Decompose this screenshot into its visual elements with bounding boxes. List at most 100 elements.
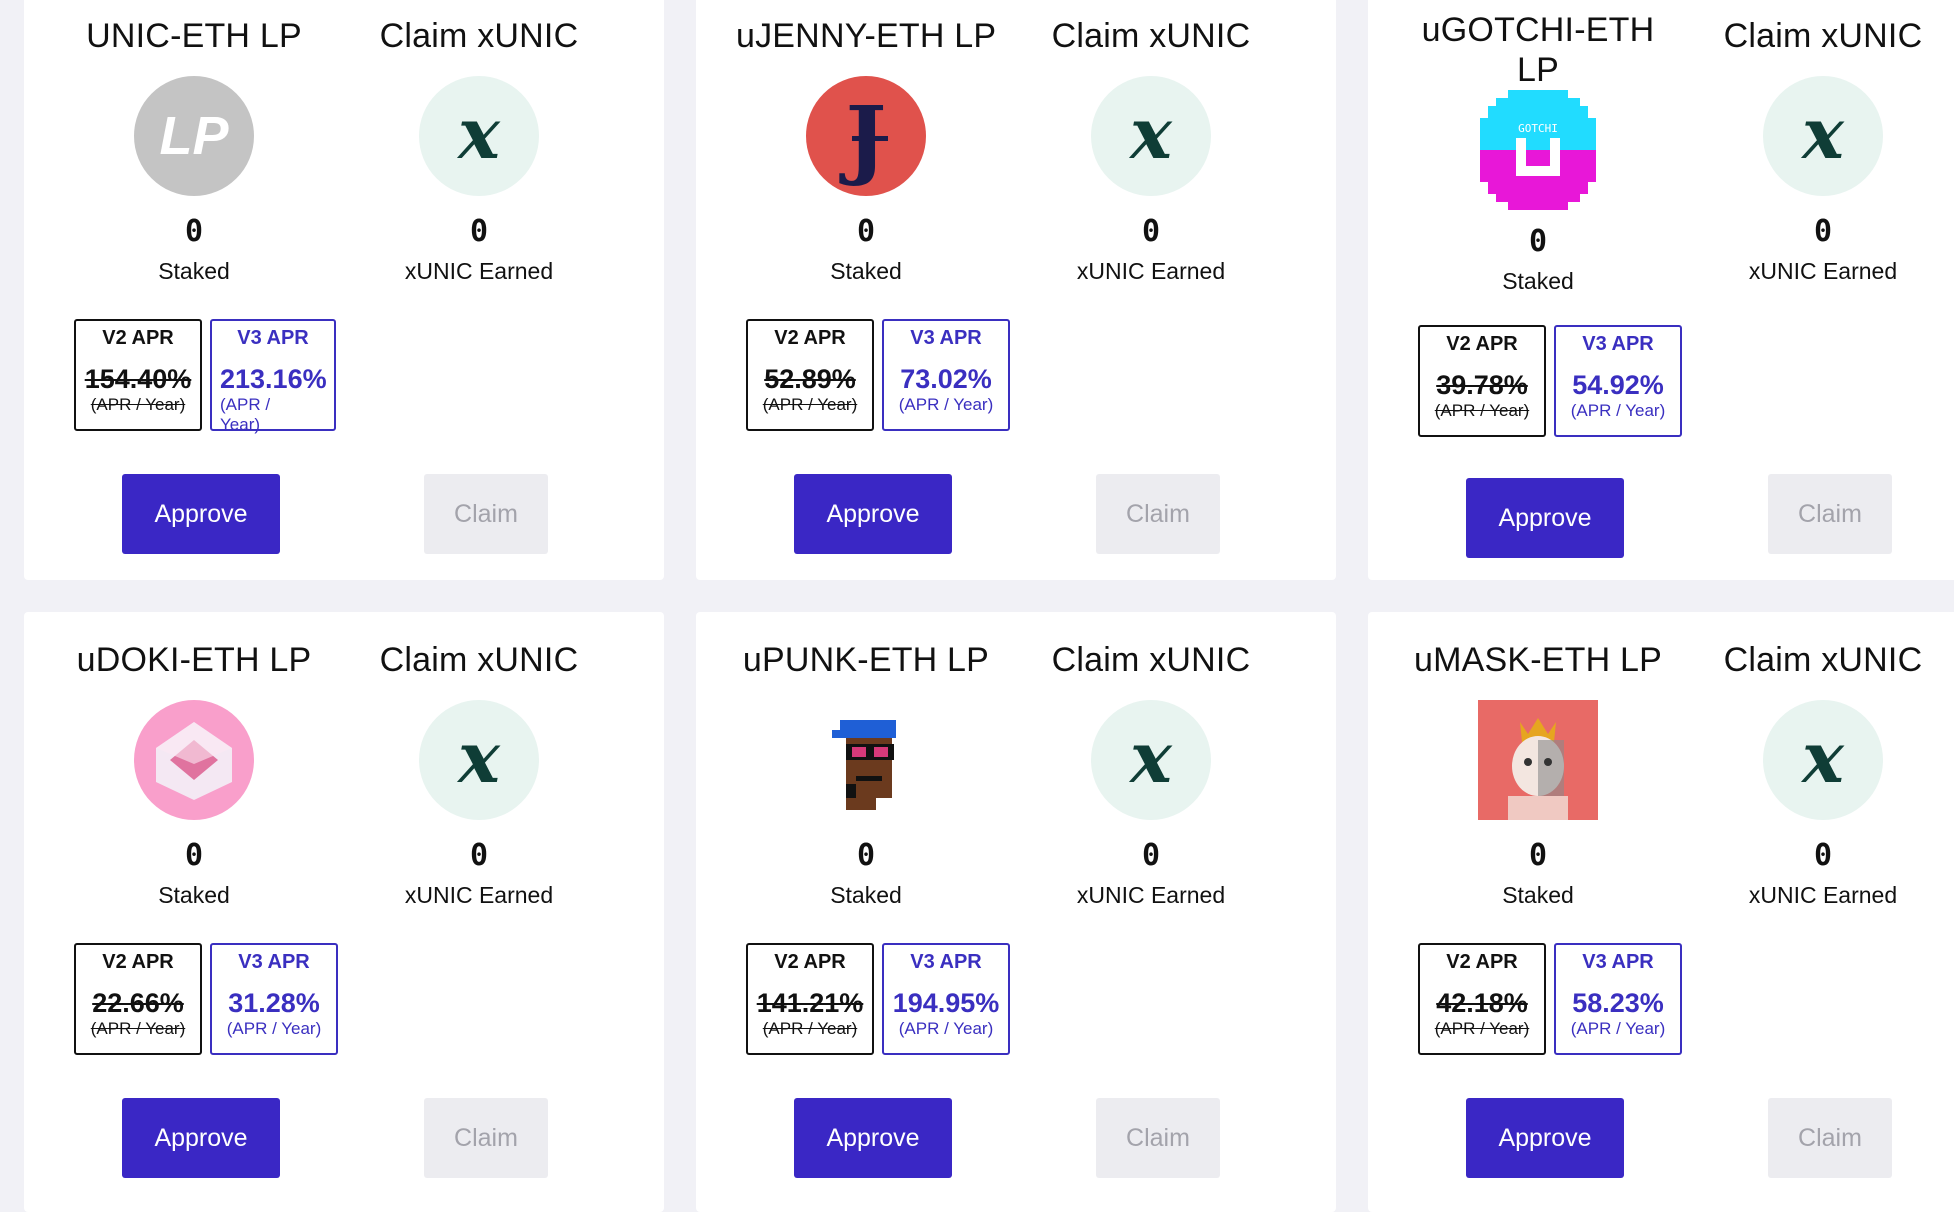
- claim-title: Claim xUNIC: [1723, 641, 1923, 679]
- claim-button[interactable]: Claim: [1768, 1098, 1892, 1178]
- v2-apr-unit: (APR / Year): [90, 395, 186, 414]
- v2-apr-unit: (APR / Year): [1434, 1019, 1530, 1038]
- gotchi-icon: GOTCHI: [1478, 90, 1598, 210]
- v2-apr-percent: 141.21%: [756, 988, 864, 1018]
- approve-button[interactable]: Approve: [1466, 478, 1624, 558]
- earned-label: xUNIC Earned: [1076, 258, 1226, 284]
- v3-apr-percent: 194.95%: [892, 988, 1000, 1018]
- v3-apr-box: V3 APR 58.23% (APR / Year): [1554, 943, 1682, 1055]
- earned-value: 0: [1141, 214, 1161, 249]
- staked-value: 0: [1528, 224, 1548, 259]
- farm-grid: UNIC-ETH LP LP 0 Staked V2 APR 154.40% (…: [0, 0, 1954, 1212]
- svg-text:x: x: [1800, 716, 1845, 799]
- v2-apr-header: V2 APR: [1446, 333, 1518, 355]
- x-icon: x: [419, 700, 539, 820]
- v2-apr-box: V2 APR 154.40% (APR / Year): [74, 319, 202, 431]
- svg-text:x: x: [1128, 716, 1173, 799]
- v2-apr-box: V2 APR 22.66% (APR / Year): [74, 943, 202, 1055]
- v2-apr-percent: 154.40%: [84, 364, 192, 394]
- svg-text:x: x: [456, 92, 501, 175]
- v2-apr-box: V2 APR 39.78% (APR / Year): [1418, 325, 1546, 437]
- staked-label: Staked: [830, 258, 902, 284]
- v3-apr-box: V3 APR 73.02% (APR / Year): [882, 319, 1010, 431]
- v2-apr-percent: 52.89%: [764, 364, 856, 394]
- pool-card-unic: UNIC-ETH LP LP 0 Staked V2 APR 154.40% (…: [24, 0, 664, 580]
- x-icon: x: [1763, 76, 1883, 196]
- staked-value: 0: [856, 214, 876, 249]
- v2-apr-unit: (APR / Year): [762, 395, 858, 414]
- approve-button[interactable]: Approve: [122, 474, 280, 554]
- v2-apr-box: V2 APR 141.21% (APR / Year): [746, 943, 874, 1055]
- claim-button[interactable]: Claim: [1096, 474, 1220, 554]
- pool-card-gotchi: uGOTCHI-ETH LP GOTCHI 0 Staked V2 APR 39…: [1368, 0, 1954, 580]
- v2-apr-percent: 42.18%: [1436, 988, 1528, 1018]
- staked-value: 0: [184, 214, 204, 249]
- x-icon: x: [1091, 700, 1211, 820]
- approve-button[interactable]: Approve: [1466, 1098, 1624, 1178]
- v2-apr-header: V2 APR: [102, 327, 174, 349]
- v3-apr-percent: 213.16%: [220, 364, 327, 394]
- pool-title: uJENNY-ETH LP: [736, 17, 997, 55]
- earned-label: xUNIC Earned: [1748, 882, 1898, 908]
- earned-value: 0: [1813, 838, 1833, 873]
- v3-apr-box: V3 APR 31.28% (APR / Year): [210, 943, 338, 1055]
- v3-apr-unit: (APR / Year): [220, 395, 271, 434]
- v3-apr-unit: (APR / Year): [898, 395, 994, 414]
- v2-apr-percent: 22.66%: [92, 988, 184, 1018]
- v3-apr-header: V3 APR: [238, 951, 310, 973]
- earned-label: xUNIC Earned: [1076, 882, 1226, 908]
- v3-apr-header: V3 APR: [910, 951, 982, 973]
- v3-apr-percent: 58.23%: [1572, 988, 1664, 1018]
- staked-value: 0: [856, 838, 876, 873]
- approve-button[interactable]: Approve: [122, 1098, 280, 1178]
- claim-button[interactable]: Claim: [1768, 474, 1892, 554]
- pool-card-jenny: uJENNY-ETH LP J 0 Staked V2 APR 52.89% (…: [696, 0, 1336, 580]
- staked-value: 0: [184, 838, 204, 873]
- earned-label: xUNIC Earned: [404, 258, 554, 284]
- gotchi-logo-text: GOTCHI: [1518, 122, 1558, 135]
- staked-label: Staked: [158, 882, 230, 908]
- claim-title: Claim xUNIC: [1051, 17, 1251, 55]
- earned-label: xUNIC Earned: [404, 882, 554, 908]
- pool-title: uDOKI-ETH LP: [76, 641, 312, 679]
- claim-button[interactable]: Claim: [424, 1098, 548, 1178]
- staked-label: Staked: [158, 258, 230, 284]
- claim-title: Claim xUNIC: [1051, 641, 1251, 679]
- v3-apr-unit: (APR / Year): [226, 1019, 322, 1038]
- v2-apr-box: V2 APR 42.18% (APR / Year): [1418, 943, 1546, 1055]
- approve-button[interactable]: Approve: [794, 474, 952, 554]
- v3-apr-box: V3 APR 194.95% (APR / Year): [882, 943, 1010, 1055]
- v3-apr-unit: (APR / Year): [1570, 1019, 1666, 1038]
- v3-apr-box: V3 APR 213.16% (APR / Year): [210, 319, 336, 434]
- earned-value: 0: [1141, 838, 1161, 873]
- svg-text:LP: LP: [159, 106, 229, 166]
- x-icon: x: [1091, 76, 1211, 196]
- svg-text:x: x: [456, 716, 501, 799]
- pool-card-doki: uDOKI-ETH LP 0 Staked V2 APR 22.66% (APR…: [24, 612, 664, 1212]
- staked-value: 0: [1528, 838, 1548, 873]
- earned-value: 0: [1813, 214, 1833, 249]
- staked-label: Staked: [1502, 882, 1574, 908]
- v3-apr-percent: 54.92%: [1572, 370, 1664, 400]
- staked-label: Staked: [830, 882, 902, 908]
- v3-apr-header: V3 APR: [237, 327, 309, 349]
- earned-label: xUNIC Earned: [1748, 258, 1898, 284]
- claim-button[interactable]: Claim: [1096, 1098, 1220, 1178]
- svg-text:x: x: [1128, 92, 1173, 175]
- approve-button[interactable]: Approve: [794, 1098, 952, 1178]
- v3-apr-box: V3 APR 54.92% (APR / Year): [1554, 325, 1682, 437]
- v2-apr-header: V2 APR: [1446, 951, 1518, 973]
- pool-title: UNIC-ETH LP: [86, 17, 302, 55]
- earned-value: 0: [469, 838, 489, 873]
- v2-apr-unit: (APR / Year): [1434, 401, 1530, 420]
- v2-apr-unit: (APR / Year): [90, 1019, 186, 1038]
- v2-apr-unit: (APR / Year): [762, 1019, 858, 1038]
- pool-title: uMASK-ETH LP: [1413, 641, 1663, 679]
- v3-apr-percent: 73.02%: [900, 364, 992, 394]
- claim-title: Claim xUNIC: [379, 17, 579, 55]
- v3-apr-header: V3 APR: [910, 327, 982, 349]
- earned-value: 0: [469, 214, 489, 249]
- v2-apr-header: V2 APR: [774, 327, 846, 349]
- claim-button[interactable]: Claim: [424, 474, 548, 554]
- v3-apr-unit: (APR / Year): [1570, 401, 1666, 420]
